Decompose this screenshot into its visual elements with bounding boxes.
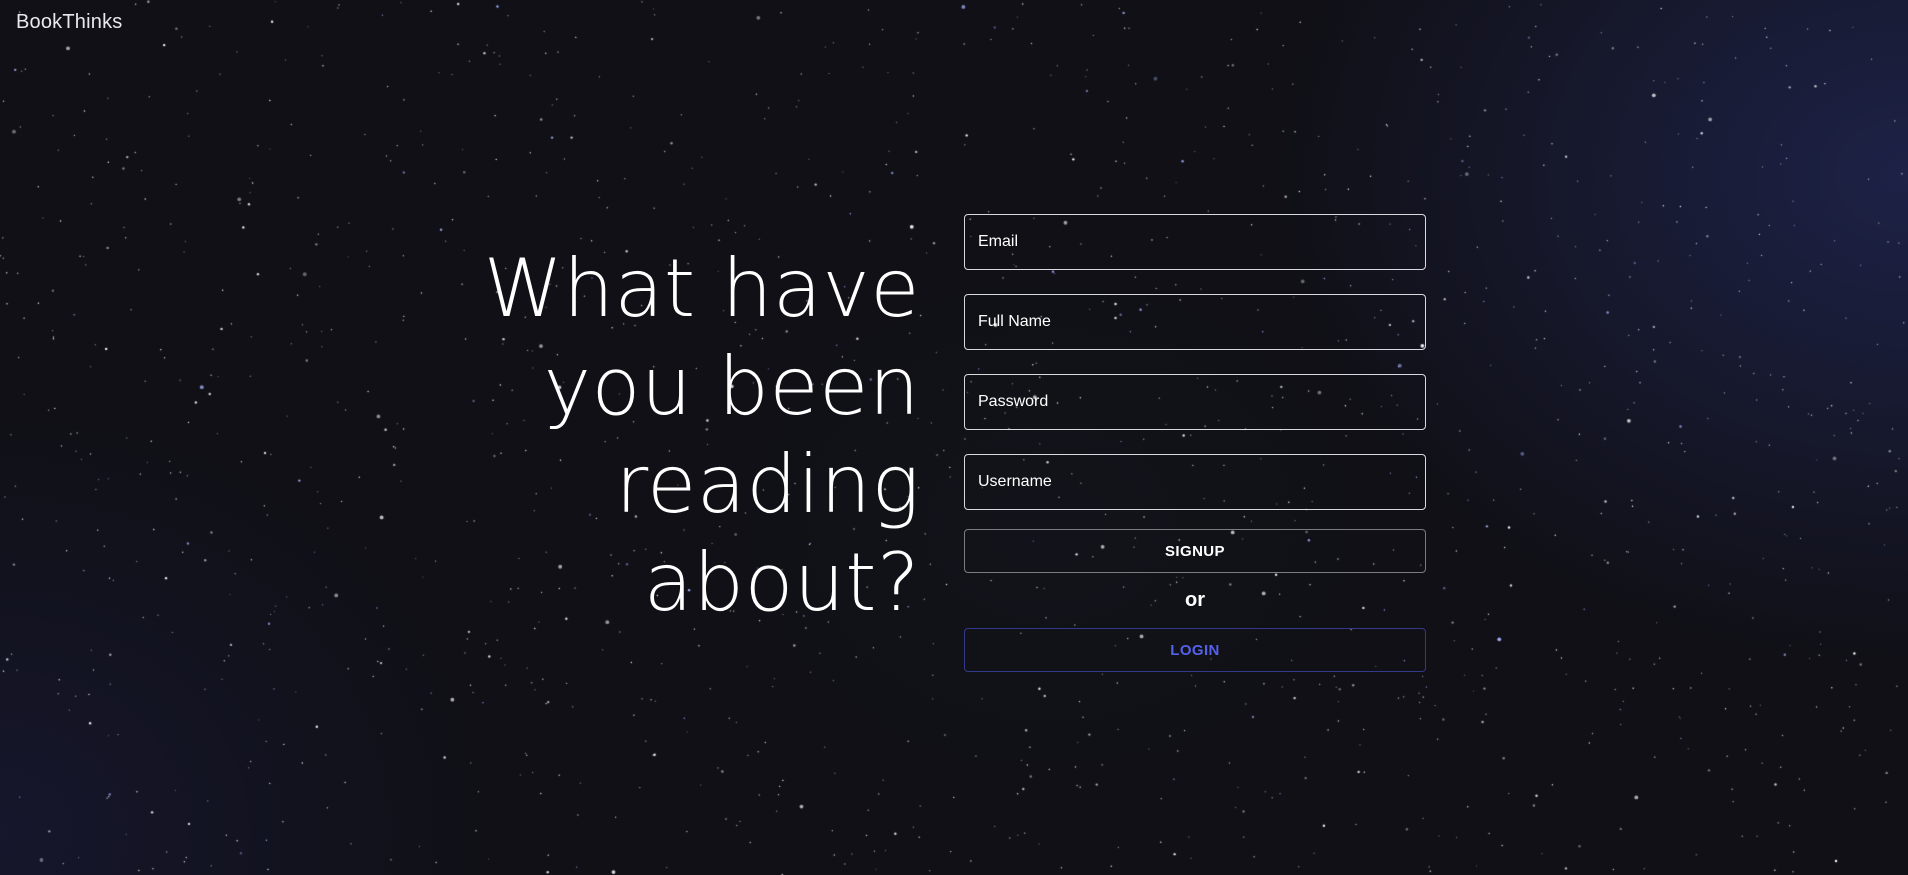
password-field[interactable] bbox=[964, 374, 1426, 430]
brand-logo[interactable]: BookThinks bbox=[16, 11, 123, 34]
full-name-field[interactable] bbox=[964, 294, 1426, 350]
hero-headline: What have you been reading about? bbox=[430, 240, 920, 632]
signup-form: SIGNUP or LOGIN bbox=[964, 214, 1426, 672]
starry-background bbox=[0, 0, 1908, 875]
signup-button[interactable]: SIGNUP bbox=[964, 529, 1426, 573]
headline-line: about? bbox=[643, 536, 920, 629]
headline-line: reading bbox=[615, 438, 920, 531]
username-field[interactable] bbox=[964, 454, 1426, 510]
headline-line: What have bbox=[483, 242, 920, 335]
headline-line: you been bbox=[543, 340, 920, 433]
email-field[interactable] bbox=[964, 214, 1426, 270]
or-separator: or bbox=[1185, 589, 1205, 611]
login-button[interactable]: LOGIN bbox=[964, 628, 1426, 672]
